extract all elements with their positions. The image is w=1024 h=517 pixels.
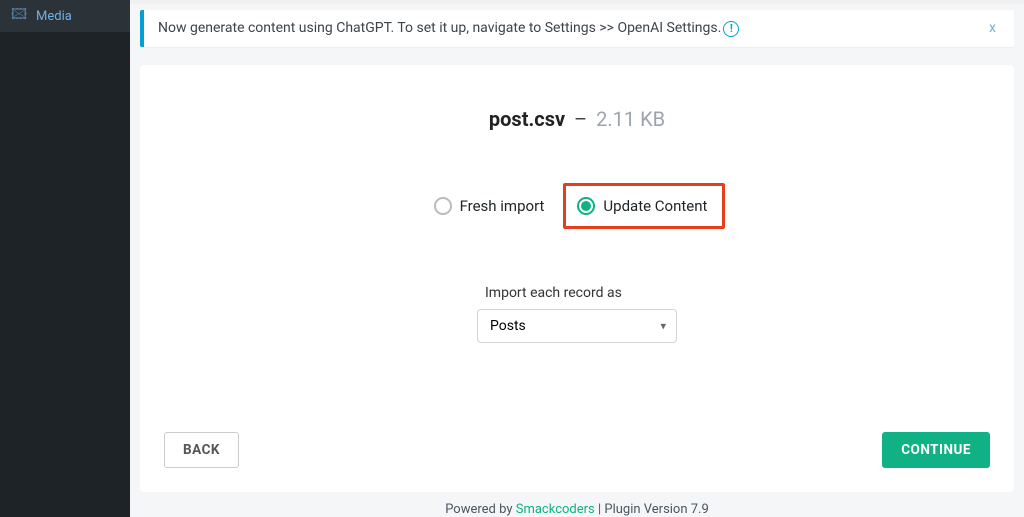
sidebar-item-media-icon: 🖾 <box>10 7 28 25</box>
footer-link[interactable]: Smackcoders <box>516 502 595 517</box>
file-dash: – <box>569 107 592 131</box>
sidebar-item-media[interactable]: 🖾 Media <box>0 0 130 32</box>
chevron-down-icon: ▾ <box>660 319 666 332</box>
file-size: 2.11 KB <box>596 107 665 131</box>
import-panel: post.csv – 2.11 KB Fresh import Update C… <box>140 65 1014 493</box>
admin-sidebar: 🖾 Media <box>0 0 130 517</box>
select-value: Posts <box>490 318 526 334</box>
continue-button[interactable]: CONTINUE <box>882 432 990 468</box>
radio-label-fresh: Fresh import <box>460 197 545 215</box>
info-icon[interactable]: ! <box>723 21 739 37</box>
file-row: post.csv – 2.11 KB <box>489 107 665 131</box>
footer-prefix: Powered by <box>445 502 516 517</box>
record-type-field: Import each record as Posts ▾ <box>477 285 677 343</box>
radio-dot-icon <box>581 201 591 211</box>
radio-icon <box>434 197 452 215</box>
notice-dismiss[interactable]: x <box>985 20 1000 36</box>
topbar <box>130 0 1024 4</box>
record-type-label: Import each record as <box>477 285 677 301</box>
radio-label-update: Update Content <box>603 197 707 215</box>
record-type-select[interactable]: Posts ▾ <box>477 309 677 343</box>
notice-banner: Now generate content using ChatGPT. To s… <box>140 10 1014 47</box>
file-name: post.csv <box>489 107 565 131</box>
highlight-box: Update Content <box>563 183 725 229</box>
notice-message: Now generate content using ChatGPT. To s… <box>158 20 721 36</box>
import-mode-row: Fresh import Update Content <box>429 183 726 229</box>
radio-icon <box>577 197 595 215</box>
back-button[interactable]: BACK <box>164 432 239 468</box>
radio-fresh-import[interactable]: Fresh import <box>429 194 550 218</box>
button-row: BACK CONTINUE <box>164 432 990 468</box>
sidebar-item-label: Media <box>36 9 122 24</box>
radio-update-content[interactable]: Update Content <box>572 194 712 218</box>
footer-suffix: | Plugin Version 7.9 <box>595 502 709 517</box>
main-content: Now generate content using ChatGPT. To s… <box>130 0 1024 517</box>
footer: Powered by Smackcoders | Plugin Version … <box>130 492 1024 517</box>
notice-text: Now generate content using ChatGPT. To s… <box>158 20 985 37</box>
